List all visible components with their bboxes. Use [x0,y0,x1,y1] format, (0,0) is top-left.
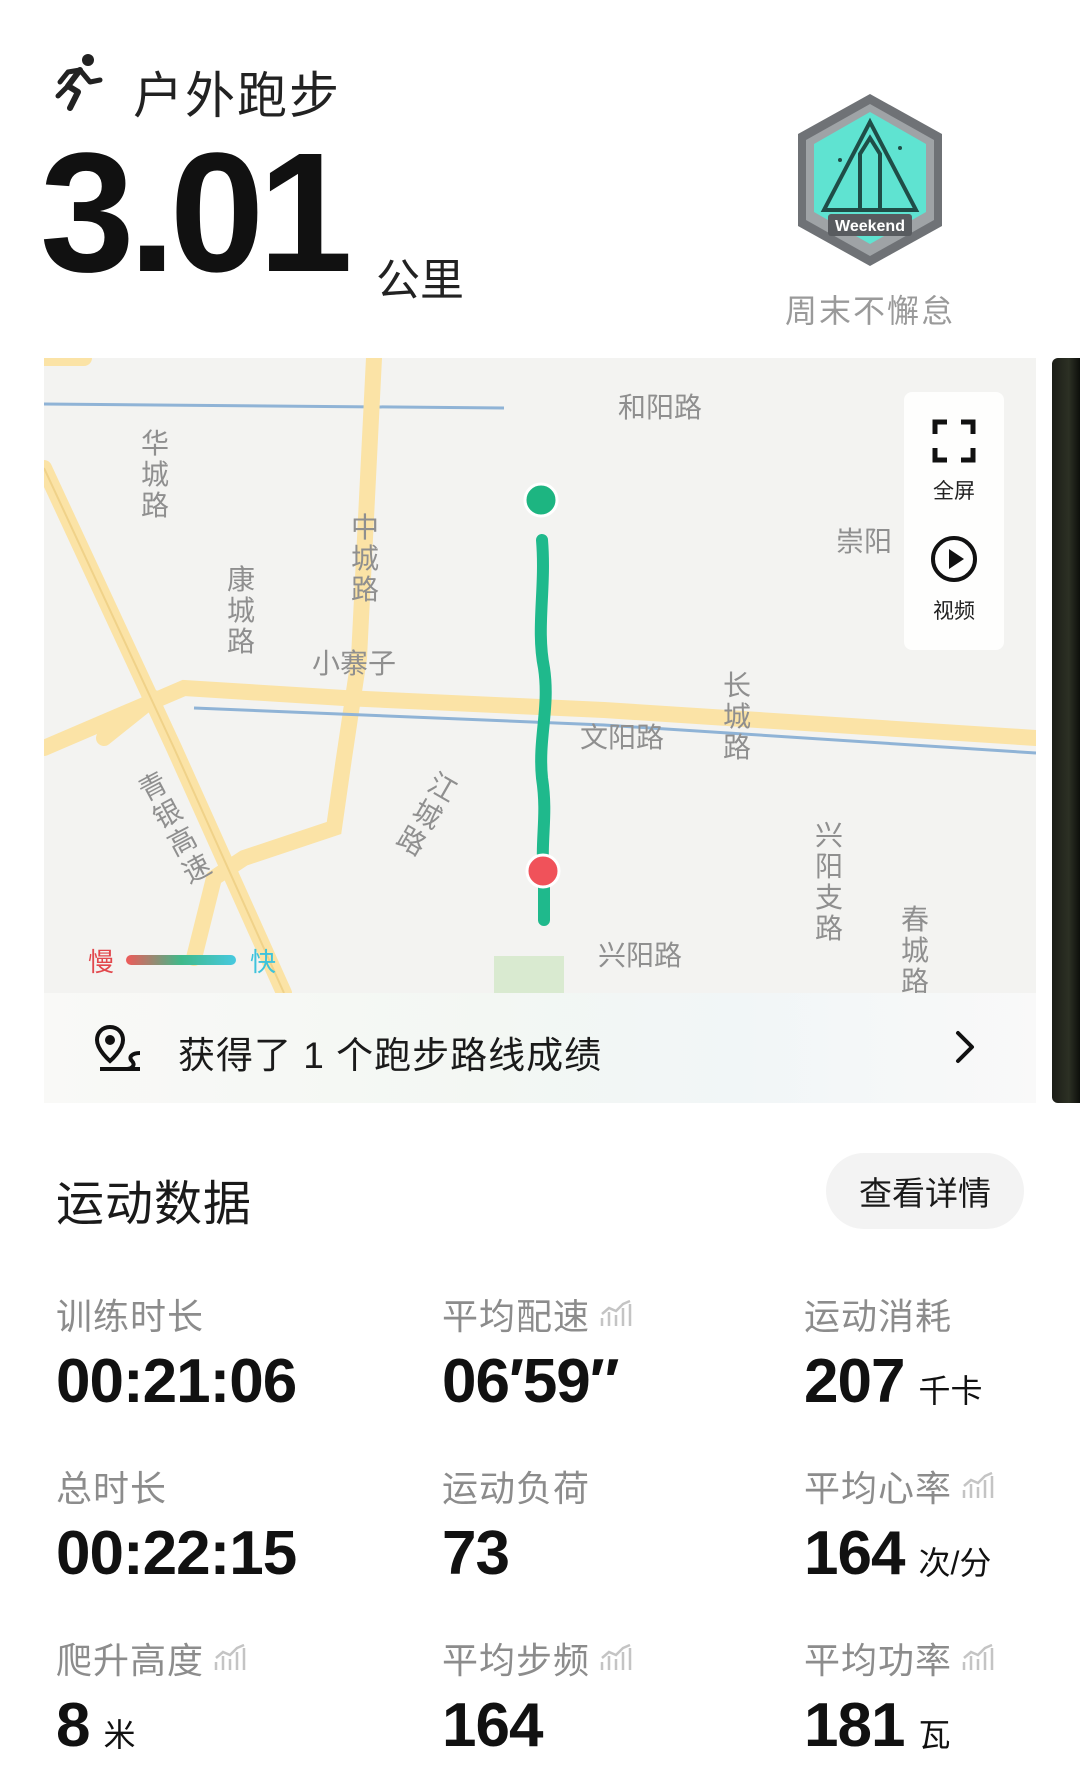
stat-label: 平均心率 [804,1468,953,1509]
legend-fast-label: 快 [250,947,277,977]
play-circle-icon [931,536,977,582]
map-label-kang-cheng-road: 康城路 [226,564,255,657]
trend-chart-icon [962,1644,994,1670]
stat-unit: 瓦 [918,1717,951,1753]
map-controls: 全屏 视频 [904,392,1004,650]
stat-value: 207 [804,1347,905,1416]
stat-unit: 米 [103,1717,136,1753]
stat-value: 00:21:06 [56,1347,297,1416]
map-label-wenyang-road: 文阳路 [580,722,665,753]
stat-value: 73 [442,1519,510,1588]
stat-value: 164 [804,1519,905,1588]
stat-training-duration: 训练时长 00:21:06 [56,1288,297,1417]
fullscreen-label: 全屏 [933,480,975,503]
distance-unit: 公里 [376,256,464,305]
achievement-text: 获得了 1 个跑步路线成绩 [178,1035,603,1076]
stat-label: 爬升高度 [56,1640,205,1681]
legend-slow-label: 慢 [88,947,115,977]
stat-average-power[interactable]: 平均功率 181 瓦 [804,1632,994,1761]
map-label-chun-cheng-road: 春城路 [900,904,929,997]
map-label-xingyang-branch-road: 兴阳支路 [814,820,843,944]
route-end-marker [525,853,561,889]
stat-label: 训练时长 [56,1296,205,1337]
route-start-marker [523,482,559,518]
stat-elevation-gain[interactable]: 爬升高度 8米 [56,1632,246,1761]
stat-calories: 运动消耗 207 千卡 [804,1288,982,1417]
stat-label: 总时长 [56,1468,168,1509]
map-label-xingyang-road: 兴阳路 [598,940,683,971]
map-label-chongyang: 崇阳 [836,526,893,557]
map-label-heyang-road: 和阳路 [618,392,703,423]
stat-label: 平均步频 [442,1640,591,1681]
map-label-zhong-cheng-road: 中城路 [350,512,379,605]
stat-value: 06′59″ [442,1347,619,1416]
video-label: 视频 [933,600,975,623]
stat-value: 8 [56,1691,90,1760]
stat-label: 平均功率 [804,1640,953,1681]
video-button[interactable]: 视频 [904,534,1004,625]
route-pin-icon [94,1024,141,1071]
trend-chart-icon [962,1472,994,1498]
stat-label: 运动消耗 [804,1296,953,1337]
trend-chart-icon [600,1300,632,1326]
stat-average-pace[interactable]: 平均配速 06′59″ [442,1288,632,1417]
stat-training-load: 运动负荷 73 [442,1460,590,1589]
map-label-hua-cheng-road: 华城路 [140,428,169,521]
stat-value: 00:22:15 [56,1519,297,1588]
stat-unit: 次/分 [918,1545,992,1581]
map-label-chang-cheng-road: 长城路 [722,670,751,763]
badge-caption: 周末不懈怠 [784,293,955,329]
section-title-workout-data: 运动数据 [56,1178,253,1231]
stat-average-cadence[interactable]: 平均步频 164 [442,1632,632,1761]
trend-chart-icon [600,1644,632,1670]
weekend-badge-icon[interactable]: Weekend [788,90,952,270]
route-map[interactable]: 和阳路 华城路 中城路 康城路 小寨子 崇阳 文阳路 长城路 江城路 青银高速 … [44,358,1036,1103]
chevron-right-icon [956,1031,974,1063]
stat-label: 平均配速 [442,1296,591,1337]
fullscreen-button[interactable]: 全屏 [904,418,1004,505]
fullscreen-icon [932,419,976,463]
route-achievement-banner[interactable]: 获得了 1 个跑步路线成绩 [44,993,1036,1103]
stat-value: 181 [804,1691,905,1760]
distance-value: 3.01 [40,118,353,308]
view-details-button[interactable]: 查看详情 [826,1153,1024,1229]
running-person-icon [55,54,103,111]
stat-average-heart-rate[interactable]: 平均心率 164 次/分 [804,1460,994,1589]
stat-total-duration: 总时长 00:22:15 [56,1460,297,1589]
map-roads [44,358,1036,993]
next-card-preview[interactable] [1052,358,1080,1103]
badge-emblem-text: Weekend [835,218,905,235]
map-label-xiao-zhaizi: 小寨子 [312,648,397,679]
stat-unit: 千卡 [918,1373,983,1409]
pace-gradient-bar [126,955,236,965]
stat-label: 运动负荷 [442,1468,591,1509]
trend-chart-icon [214,1644,246,1670]
stat-value: 164 [442,1691,543,1760]
